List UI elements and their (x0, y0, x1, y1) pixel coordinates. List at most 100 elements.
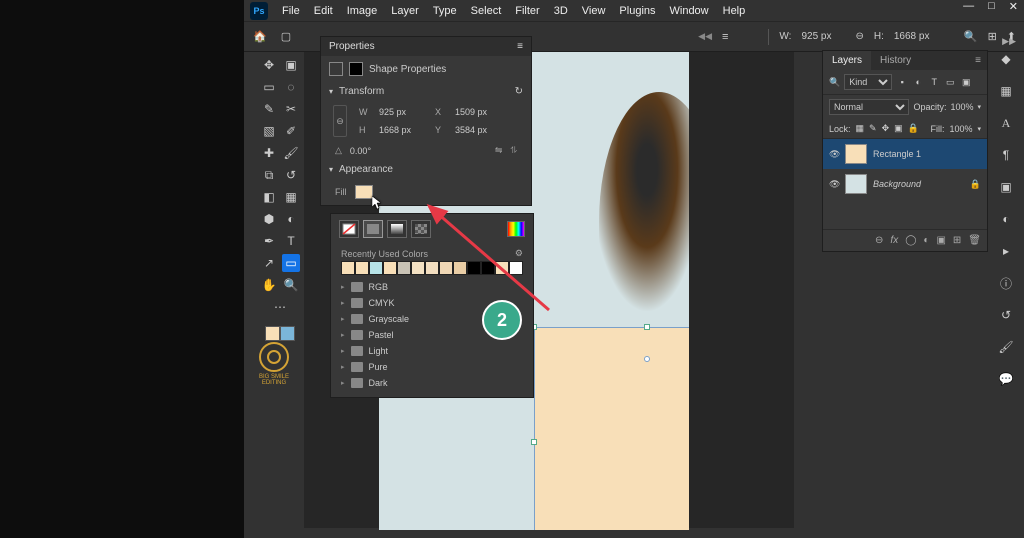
gradient-tab[interactable] (387, 220, 407, 238)
adjust-icon[interactable]: ◐ (923, 235, 929, 246)
color-panel-icon[interactable]: ◆ (997, 50, 1015, 68)
filter-shape-icon[interactable]: ▭ (944, 76, 956, 88)
recent-color-swatch[interactable] (411, 261, 425, 275)
link-dimensions-icon[interactable]: ⊖ (333, 105, 347, 137)
lock-pixel-icon[interactable]: ✎ (869, 123, 877, 134)
tab-history[interactable]: History (871, 51, 920, 70)
swatch-folder[interactable]: ▸RGB (331, 279, 533, 295)
delete-icon[interactable]: 🗑 (968, 235, 981, 246)
group-icon[interactable]: ▣ (936, 235, 945, 246)
layer-row[interactable]: 👁 Background 🔒 (823, 169, 987, 199)
menu-image[interactable]: Image (347, 5, 378, 17)
pen-tool[interactable]: ✒ (260, 232, 278, 250)
menu-file[interactable]: File (282, 5, 300, 17)
move-tool[interactable]: ✥ (260, 56, 278, 74)
frame-tool[interactable]: ▧ (260, 122, 278, 140)
flip-v-icon[interactable]: ⥮ (510, 145, 517, 156)
color-picker-button[interactable] (507, 221, 525, 237)
menu-filter[interactable]: Filter (515, 5, 539, 17)
edit-toolbar[interactable]: ⋯ (271, 298, 289, 316)
dodge-tool[interactable]: ◐ (282, 210, 300, 228)
marquee-tool[interactable]: ▭ (260, 78, 278, 96)
collapse-left-icon[interactable]: ◀◀ (698, 31, 712, 42)
zoom-tool[interactable]: 🔍 (282, 276, 300, 294)
history-brush-tool[interactable]: ↺ (282, 166, 300, 184)
tab-layers[interactable]: Layers (823, 51, 871, 70)
shape-rectangle[interactable] (534, 327, 689, 530)
recent-color-swatch[interactable] (397, 261, 411, 275)
fx-icon[interactable]: fx (890, 235, 898, 246)
pattern-tab[interactable] (411, 220, 431, 238)
doc-icon[interactable]: ▢ (278, 29, 294, 45)
recent-color-swatch[interactable] (509, 261, 523, 275)
stamp-tool[interactable]: ⧉ (260, 166, 278, 184)
new-layer-icon[interactable]: ⊞ (953, 235, 961, 246)
chevron-down-icon[interactable]: ▾ (329, 87, 333, 96)
menu-select[interactable]: Select (471, 5, 502, 17)
fill-swatch[interactable] (355, 185, 373, 199)
brush-panel-icon[interactable]: 🖌 (997, 338, 1015, 356)
rectangle-tool[interactable]: ▭ (282, 254, 300, 272)
menu-plugins[interactable]: Plugins (619, 5, 655, 17)
eyedropper-tool[interactable]: ✐ (282, 122, 300, 140)
swatch-folder[interactable]: ▸Pure (331, 359, 533, 375)
recent-color-swatch[interactable] (495, 261, 509, 275)
gradient-tool[interactable]: ▦ (282, 188, 300, 206)
link-wh-icon[interactable]: ⊖ (855, 31, 863, 42)
artboard-tool[interactable]: ▣ (282, 56, 300, 74)
recent-color-swatch[interactable] (341, 261, 355, 275)
eraser-tool[interactable]: ◧ (260, 188, 278, 206)
library-panel-icon[interactable]: ▣ (997, 178, 1015, 196)
panel-menu-icon[interactable]: ≡ (722, 31, 728, 43)
lock-pos-icon[interactable]: ✥ (882, 123, 890, 134)
home-icon[interactable]: 🏠 (252, 29, 268, 45)
type-tool[interactable]: T (282, 232, 300, 250)
swatches-panel-icon[interactable]: ▦ (997, 82, 1015, 100)
paragraph-panel-icon[interactable]: ¶ (997, 146, 1015, 164)
prop-height-input[interactable] (379, 125, 425, 135)
info-panel-icon[interactable]: ⓘ (997, 274, 1015, 292)
workspace-icon[interactable]: ⊞ (988, 30, 997, 43)
quickselect-tool[interactable]: ✎ (260, 100, 278, 118)
recent-color-swatch[interactable] (467, 261, 481, 275)
lock-artb-icon[interactable]: ▣ (894, 123, 903, 134)
panel-menu-icon[interactable]: ≡ (517, 41, 523, 52)
prop-width-input[interactable] (379, 107, 425, 117)
filter-kind-select[interactable]: Kind (844, 74, 892, 90)
fillop-value[interactable]: 100% (949, 124, 972, 134)
menu-layer[interactable]: Layer (391, 5, 419, 17)
swatch-folder[interactable]: ▸Light (331, 343, 533, 359)
layer-name[interactable]: Background (873, 179, 964, 189)
blur-tool[interactable]: ⬢ (260, 210, 278, 228)
window-maximize[interactable]: □ (988, 0, 995, 13)
adjust-panel-icon[interactable]: ◐ (997, 210, 1015, 228)
filter-smart-icon[interactable]: ▣ (960, 76, 972, 88)
reset-icon[interactable]: ↻ (515, 86, 523, 97)
crop-tool[interactable]: ✂ (282, 100, 300, 118)
menu-window[interactable]: Window (670, 5, 709, 17)
menu-view[interactable]: View (582, 5, 606, 17)
width-input[interactable] (801, 31, 845, 42)
search-icon[interactable]: 🔍 (964, 30, 978, 43)
blend-mode-select[interactable]: Normal (829, 99, 909, 115)
comment-panel-icon[interactable]: 💬 (997, 370, 1015, 388)
mask-icon[interactable]: ◯ (905, 235, 916, 246)
window-minimize[interactable]: — (963, 0, 974, 13)
visibility-icon[interactable]: 👁 (829, 179, 839, 190)
filter-adjust-icon[interactable]: ◐ (912, 76, 924, 88)
collapse-right-icon[interactable]: ▶▶ (1002, 36, 1016, 47)
recent-color-swatch[interactable] (439, 261, 453, 275)
rotate-input[interactable] (350, 146, 390, 156)
menu-help[interactable]: Help (723, 5, 746, 17)
gear-icon[interactable]: ⚙ (515, 248, 523, 259)
window-close[interactable]: ✕ (1009, 0, 1018, 13)
menu-edit[interactable]: Edit (314, 5, 333, 17)
nocolor-tab[interactable] (339, 220, 359, 238)
heal-tool[interactable]: ✚ (260, 144, 278, 162)
brush-tool[interactable]: 🖌 (282, 144, 300, 162)
recent-color-swatch[interactable] (425, 261, 439, 275)
link-layers-icon[interactable]: ⊖ (875, 235, 883, 246)
recent-color-swatch[interactable] (383, 261, 397, 275)
filter-pixel-icon[interactable]: ▪ (896, 76, 908, 88)
lasso-tool[interactable]: ◌ (282, 78, 300, 96)
